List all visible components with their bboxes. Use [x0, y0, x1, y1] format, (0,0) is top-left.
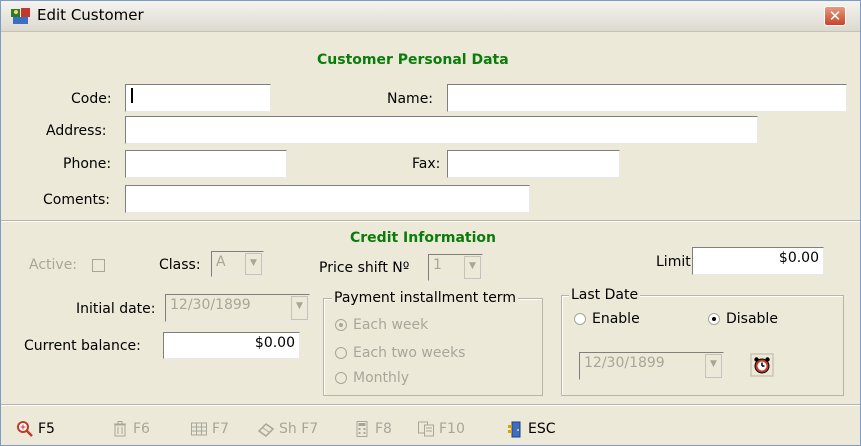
name-label: Name: — [387, 91, 434, 107]
active-checkbox[interactable] — [92, 259, 105, 272]
limit-input[interactable]: $0.00 — [692, 247, 824, 275]
address-label: Address: — [46, 123, 107, 139]
chevron-down-icon[interactable]: ▼ — [464, 256, 481, 279]
search-icon — [17, 421, 33, 437]
current-balance-label: Current balance: — [24, 338, 141, 354]
window-title: Edit Customer — [37, 6, 144, 24]
comments-input[interactable] — [125, 185, 530, 213]
last-date-disable-radio[interactable]: Disable — [708, 309, 778, 329]
search-button-label: F5 — [38, 421, 55, 437]
exit-button[interactable]: ESC — [506, 419, 556, 439]
eraser-icon — [257, 423, 275, 437]
radio-indicator — [335, 319, 347, 331]
last-date-picker[interactable]: 12/30/1899 ▼ — [579, 352, 724, 380]
calculator-button[interactable]: F8 — [353, 419, 392, 439]
class-select[interactable]: A ▼ — [211, 251, 264, 277]
limit-label: Limit: — [656, 254, 696, 270]
payment-each-week-radio[interactable]: Each week — [335, 315, 428, 335]
delete-button-label: F6 — [133, 421, 150, 437]
code-label: Code: — [71, 91, 112, 107]
payment-each-two-weeks-radio[interactable]: Each two weeks — [335, 343, 465, 363]
phone-label: Phone: — [63, 156, 112, 172]
close-button[interactable]: ✕ — [824, 6, 846, 26]
edit-customer-window: Edit Customer ✕ Customer Personal Data C… — [0, 0, 861, 446]
price-shift-select[interactable]: 1 ▼ — [428, 254, 483, 281]
radio-indicator — [335, 347, 347, 359]
copy-button-label: F10 — [439, 421, 465, 437]
enable-label: Enable — [592, 311, 640, 327]
initial-date-label: Initial date: — [76, 301, 156, 317]
clear-button[interactable]: Sh F7 — [257, 419, 318, 439]
current-balance-input[interactable]: $0.00 — [163, 332, 300, 359]
chevron-down-icon[interactable]: ▼ — [291, 296, 308, 320]
delete-button[interactable]: F6 — [111, 419, 150, 439]
title-bar[interactable]: Edit Customer ✕ — [1, 1, 860, 32]
payment-term-title: Payment installment term — [332, 289, 518, 307]
initial-date-picker[interactable]: 12/30/1899 ▼ — [165, 294, 310, 322]
disable-label: Disable — [726, 311, 778, 327]
customer-app-icon — [11, 8, 30, 24]
list-button-label: F7 — [212, 421, 229, 437]
class-label: Class: — [159, 257, 201, 273]
payment-option-label: Each week — [353, 317, 429, 333]
section-divider — [1, 220, 860, 222]
payment-option-label: Each two weeks — [353, 345, 466, 361]
class-value: A — [216, 254, 226, 270]
calculator-button-label: F8 — [375, 421, 392, 437]
exit-door-icon — [508, 421, 521, 438]
name-input[interactable] — [447, 84, 847, 112]
address-input[interactable] — [125, 116, 758, 144]
price-shift-label: Price shift Nº — [319, 260, 410, 276]
chevron-down-icon[interactable]: ▼ — [245, 253, 262, 275]
code-input[interactable] — [125, 84, 271, 112]
comments-label: Coments: — [43, 192, 110, 208]
function-key-toolbar: F5 F6 F7 Sh F7 F8 F10 ESC — [1, 413, 860, 445]
payment-option-label: Monthly — [353, 370, 410, 386]
phone-input[interactable] — [125, 150, 287, 178]
grid-icon — [191, 422, 207, 436]
toolbar-divider — [1, 404, 860, 406]
radio-indicator — [335, 372, 347, 384]
credit-info-title: Credit Information — [350, 230, 496, 246]
personal-data-title: Customer Personal Data — [317, 52, 509, 68]
last-date-enable-radio[interactable]: Enable — [574, 309, 640, 329]
calculator-icon — [356, 421, 368, 437]
payment-monthly-radio[interactable]: Monthly — [335, 368, 409, 388]
trash-icon — [114, 421, 126, 437]
chevron-down-icon[interactable]: ▼ — [705, 354, 722, 378]
exit-button-label: ESC — [528, 421, 556, 437]
initial-date-value: 12/30/1899 — [170, 297, 251, 313]
radio-indicator — [708, 313, 720, 325]
fax-label: Fax: — [412, 156, 441, 172]
alarm-clock-icon[interactable] — [750, 353, 774, 377]
copy-button[interactable]: F10 — [417, 419, 465, 439]
last-date-value: 12/30/1899 — [584, 355, 665, 371]
radio-indicator — [574, 313, 586, 325]
last-date-title: Last Date — [569, 286, 641, 304]
copy-icon — [418, 421, 434, 437]
active-label: Active: — [29, 257, 78, 273]
close-icon: ✕ — [828, 7, 842, 25]
clear-button-label: Sh F7 — [279, 421, 319, 437]
price-shift-value: 1 — [433, 257, 442, 273]
list-button[interactable]: F7 — [190, 419, 229, 439]
text-caret — [131, 87, 133, 103]
fax-input[interactable] — [447, 150, 620, 178]
search-button[interactable]: F5 — [16, 419, 55, 439]
